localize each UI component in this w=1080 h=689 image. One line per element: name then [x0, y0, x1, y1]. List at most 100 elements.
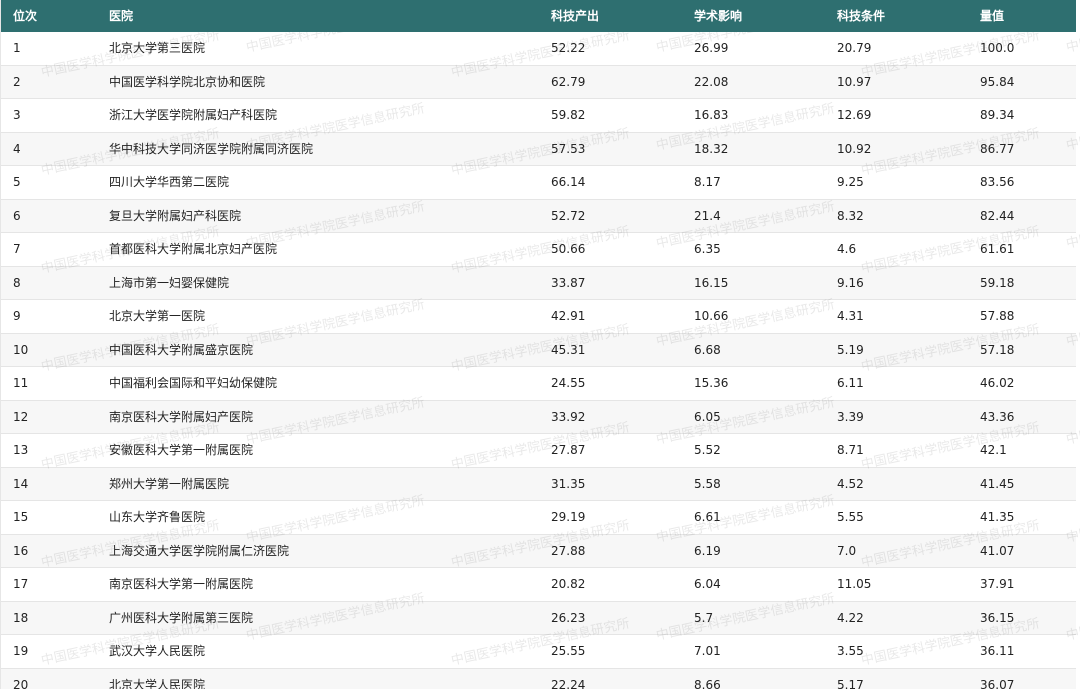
cell-sci-output: 33.87 [551, 275, 586, 290]
cell-score: 36.07 [980, 677, 1015, 689]
cell-sci-output: 31.35 [551, 476, 586, 491]
cell-hospital: 中国福利会国际和平妇幼保健院 [109, 376, 278, 391]
cell-score: 36.11 [980, 644, 1015, 659]
table-row[interactable]: 11 中国福利会国际和平妇幼保健院 24.55 15.36 6.11 46.02 [1, 367, 1076, 400]
table-row[interactable]: 4 华中科技大学同济医学院附属同济医院 57.53 18.32 10.92 86.77 [1, 132, 1076, 166]
table-row[interactable]: 2 中国医学科学院北京协和医院 62.79 22.08 10.97 95.84 [1, 65, 1076, 99]
cell-sci-conditions: 5.19 [837, 342, 864, 357]
cell-hospital: 中国医科大学附属盛京医院 [109, 342, 254, 357]
table-row[interactable]: 7 首都医科大学附属北京妇产医院 50.66 6.35 4.6 61.61 [1, 233, 1076, 266]
table-row[interactable]: 3 浙江大学医学院附属妇产科医院 59.82 16.83 12.69 89.34 [1, 99, 1076, 132]
cell-score: 57.88 [980, 309, 1015, 324]
cell-hospital: 浙江大学医学院附属妇产科医院 [109, 108, 278, 123]
cell-academic-impact: 6.35 [694, 242, 721, 257]
cell-rank: 10 [13, 342, 29, 357]
table-row[interactable]: 12 南京医科大学附属妇产医院 33.92 6.05 3.39 43.36 [1, 400, 1076, 434]
cell-sci-output: 27.88 [551, 543, 586, 558]
cell-sci-output: 57.53 [551, 141, 586, 156]
table-row[interactable]: 6 复旦大学附属妇产科医院 52.72 21.4 8.32 82.44 [1, 199, 1076, 233]
cell-sci-output: 62.79 [551, 74, 586, 89]
cell-hospital: 山东大学齐鲁医院 [109, 510, 206, 525]
cell-hospital: 武汉大学人民医院 [109, 644, 206, 659]
cell-academic-impact: 8.17 [694, 175, 721, 190]
cell-sci-conditions: 4.52 [837, 476, 864, 491]
cell-score: 41.07 [980, 543, 1015, 558]
cell-sci-output: 29.19 [551, 510, 586, 525]
cell-sci-output: 26.23 [551, 610, 586, 625]
cell-rank: 5 [13, 175, 21, 190]
cell-hospital: 首都医科大学附属北京妇产医院 [109, 242, 278, 257]
cell-academic-impact: 26.99 [694, 41, 729, 56]
cell-hospital: 北京大学人民医院 [109, 677, 206, 689]
header-academic-impact[interactable]: 学术影响 [682, 0, 825, 32]
cell-score: 42.1 [980, 443, 1007, 458]
cell-sci-output: 42.91 [551, 309, 586, 324]
cell-sci-conditions: 12.69 [837, 108, 872, 123]
cell-sci-output: 50.66 [551, 242, 586, 257]
cell-rank: 7 [13, 242, 21, 257]
cell-academic-impact: 18.32 [694, 141, 729, 156]
cell-hospital: 上海交通大学医学院附属仁济医院 [109, 543, 290, 558]
table-row[interactable]: 18 广州医科大学附属第三医院 26.23 5.7 4.22 36.15 [1, 601, 1076, 635]
cell-hospital: 南京医科大学第一附属医院 [109, 577, 254, 592]
cell-sci-conditions: 4.31 [837, 309, 864, 324]
cell-sci-output: 33.92 [551, 409, 586, 424]
header-sci-output[interactable]: 科技产出 [539, 0, 682, 32]
cell-sci-output: 52.22 [551, 41, 586, 56]
header-hospital[interactable]: 医院 [97, 0, 539, 32]
table-row[interactable]: 17 南京医科大学第一附属医院 20.82 6.04 11.05 37.91 [1, 568, 1076, 601]
header-sci-conditions[interactable]: 科技条件 [825, 0, 968, 32]
table-body: 1 北京大学第三医院 52.22 26.99 20.79 100.0 2 中国医学科学院北京协… [1, 32, 1076, 689]
cell-sci-conditions: 11.05 [837, 577, 872, 592]
cell-score: 95.84 [980, 74, 1015, 89]
header-score[interactable]: 量值 [968, 0, 1076, 32]
cell-sci-output: 20.82 [551, 577, 586, 592]
cell-hospital: 广州医科大学附属第三医院 [109, 610, 254, 625]
table-row[interactable]: 20 北京大学人民医院 22.24 8.66 5.17 36.07 [1, 668, 1076, 689]
header-rank[interactable]: 位次 [1, 0, 97, 32]
cell-academic-impact: 5.52 [694, 443, 721, 458]
cell-academic-impact: 5.58 [694, 476, 721, 491]
cell-hospital: 中国医学科学院北京协和医院 [109, 74, 266, 89]
cell-hospital: 安徽医科大学第一附属医院 [109, 443, 254, 458]
cell-academic-impact: 21.4 [694, 208, 721, 223]
cell-academic-impact: 15.36 [694, 376, 729, 391]
cell-hospital: 复旦大学附属妇产科医院 [109, 208, 242, 223]
table-row[interactable]: 19 武汉大学人民医院 25.55 7.01 3.55 36.11 [1, 635, 1076, 668]
table-row[interactable]: 9 北京大学第一医院 42.91 10.66 4.31 57.88 [1, 300, 1076, 333]
table-row[interactable]: 15 山东大学齐鲁医院 29.19 6.61 5.55 41.35 [1, 501, 1076, 534]
cell-rank: 11 [13, 376, 29, 391]
cell-score: 100.0 [980, 41, 1015, 56]
cell-sci-conditions: 3.39 [837, 409, 864, 424]
table-row[interactable]: 5 四川大学华西第二医院 66.14 8.17 9.25 83.56 [1, 166, 1076, 199]
cell-academic-impact: 5.7 [694, 610, 714, 625]
cell-sci-output: 45.31 [551, 342, 586, 357]
cell-rank: 17 [13, 577, 29, 592]
cell-sci-output: 22.24 [551, 677, 586, 689]
cell-sci-output: 66.14 [551, 175, 586, 190]
cell-academic-impact: 6.05 [694, 409, 721, 424]
cell-rank: 13 [13, 443, 29, 458]
cell-rank: 1 [13, 41, 21, 56]
cell-score: 37.91 [980, 577, 1015, 592]
cell-hospital: 南京医科大学附属妇产医院 [109, 409, 254, 424]
cell-sci-conditions: 10.97 [837, 74, 872, 89]
table-row[interactable]: 8 上海市第一妇婴保健院 33.87 16.15 9.16 59.18 [1, 266, 1076, 300]
table-row[interactable]: 14 郑州大学第一附属医院 31.35 5.58 4.52 41.45 [1, 467, 1076, 501]
cell-rank: 8 [13, 275, 21, 290]
cell-academic-impact: 10.66 [694, 309, 729, 324]
table-row[interactable]: 16 上海交通大学医学院附属仁济医院 27.88 6.19 7.0 41.07 [1, 534, 1076, 568]
cell-academic-impact: 16.15 [694, 275, 729, 290]
table-row[interactable]: 13 安徽医科大学第一附属医院 27.87 5.52 8.71 42.1 [1, 434, 1076, 467]
cell-hospital: 华中科技大学同济医学院附属同济医院 [109, 141, 314, 156]
cell-sci-output: 52.72 [551, 208, 586, 223]
cell-rank: 2 [13, 74, 21, 89]
cell-academic-impact: 8.66 [694, 677, 721, 689]
cell-score: 43.36 [980, 409, 1015, 424]
table-row[interactable]: 10 中国医科大学附属盛京医院 45.31 6.68 5.19 57.18 [1, 333, 1076, 367]
cell-rank: 4 [13, 141, 21, 156]
table-row[interactable]: 1 北京大学第三医院 52.22 26.99 20.79 100.0 [1, 32, 1076, 65]
cell-score: 36.15 [980, 610, 1015, 625]
cell-rank: 14 [13, 476, 29, 491]
cell-sci-conditions: 7.0 [837, 543, 857, 558]
